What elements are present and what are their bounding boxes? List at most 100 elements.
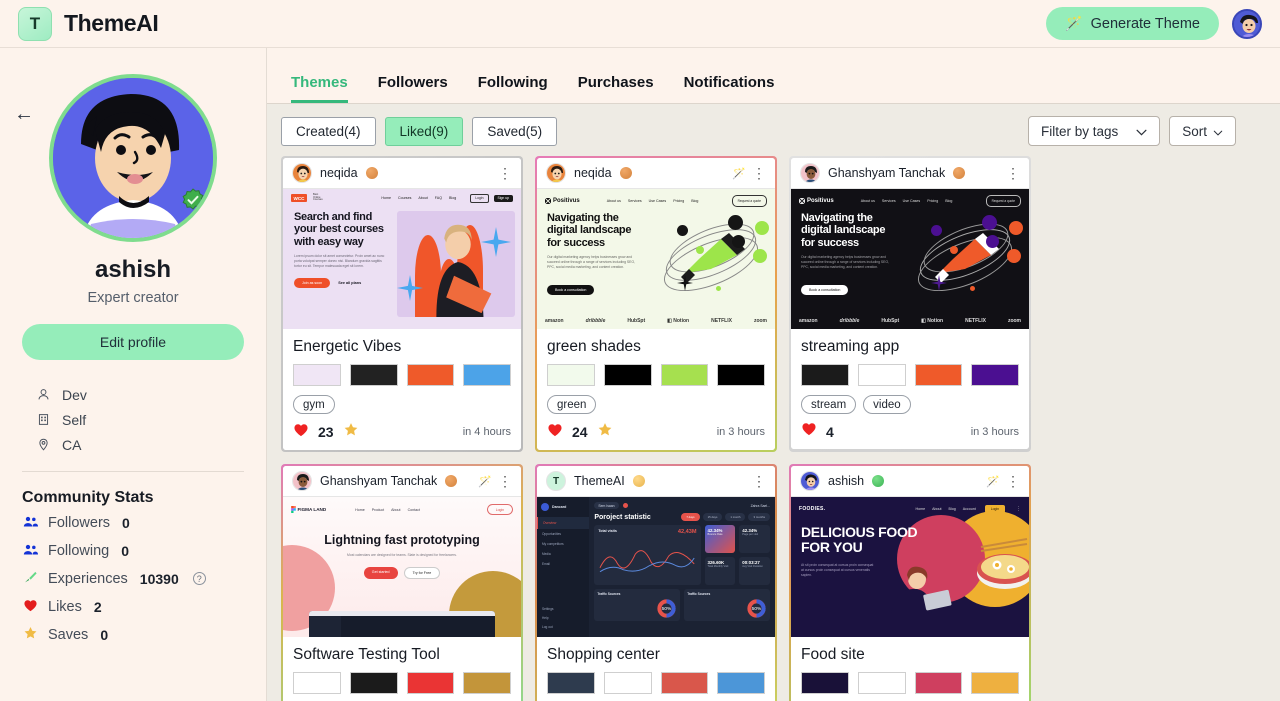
color-swatch[interactable] [914,364,963,386]
stat-saves-value: 0 [100,626,109,643]
community-stats-list: Followers 0 Following 0 Experiences 1039… [22,510,244,647]
color-swatch[interactable] [547,364,595,386]
card-menu-button[interactable]: ⋮ [498,474,512,488]
color-swatch[interactable] [406,672,455,694]
chip-saved[interactable]: Saved(5) [472,116,558,146]
theme-card[interactable]: Ghanshyam Tanchak ⋮ Positivus About us S… [789,156,1031,452]
card-author[interactable]: Ghanshyam Tanchak [828,166,945,180]
stat-following: Following 0 [22,538,244,563]
color-swatch[interactable] [717,672,765,694]
card-tags: green [547,395,765,414]
tag[interactable]: stream [801,395,857,414]
color-swatch[interactable] [406,364,455,386]
stat-following-value: 0 [121,542,130,559]
avatar[interactable] [800,163,820,183]
theme-card[interactable]: neqida 🪄 ⋮ Positivus About us Services U… [535,156,777,452]
sort-label: Sort [1182,123,1207,139]
like-button[interactable] [547,423,563,442]
color-swatch[interactable] [717,364,765,386]
chevron-down-icon [1136,124,1147,139]
tab-followers[interactable]: Followers [378,75,448,103]
color-swatch[interactable] [547,672,595,694]
theme-card[interactable]: neqida ⋮ WCC Best Online Courses Home Co… [281,156,523,452]
theme-card[interactable]: T ThemeAI ⋮ Dancard Overview Opportuniti… [535,464,777,701]
save-button[interactable] [597,422,613,442]
like-button[interactable] [801,422,817,441]
magic-wand-icon[interactable]: 🪄 [732,167,746,180]
color-swatch[interactable] [660,672,709,694]
card-preview[interactable]: Dancard Overview Opportunities My compet… [537,497,775,637]
card-preview[interactable]: Positivus About us Services Use Cases Prici… [537,189,775,329]
color-swatch[interactable] [463,364,511,386]
generate-theme-button[interactable]: 🪄 Generate Theme [1046,7,1219,40]
avatar[interactable] [292,471,312,491]
save-button[interactable] [343,422,359,442]
tag[interactable]: gym [293,395,335,414]
profile-avatar[interactable] [49,74,217,242]
tab-purchases[interactable]: Purchases [578,75,654,103]
color-swatch[interactable] [914,672,963,694]
card-preview[interactable]: FOODIES. HomeAboutBlogAccount Login ⋮ [791,497,1029,637]
color-swatch[interactable] [293,364,341,386]
magic-wand-icon[interactable]: 🪄 [986,475,1000,488]
chip-liked[interactable]: Liked(9) [384,116,464,146]
color-swatch[interactable] [971,672,1019,694]
stat-experiences: Experiences 10390 ? [22,566,244,591]
avatar[interactable]: T [546,471,566,491]
edit-profile-button[interactable]: Edit profile [22,324,244,360]
avatar[interactable] [546,163,566,183]
color-swatch[interactable] [293,672,341,694]
color-swatch[interactable] [349,364,398,386]
card-preview[interactable]: WCC Best Online Courses Home Courses About FA… [283,189,521,329]
card-author[interactable]: neqida [320,166,358,180]
tab-notifications[interactable]: Notifications [684,75,775,103]
color-swatch[interactable] [801,364,849,386]
preview-login: Login [486,504,513,515]
card-menu-button[interactable]: ⋮ [752,474,766,488]
avatar[interactable] [292,163,312,183]
card-menu-button[interactable]: ⋮ [1006,474,1020,488]
card-author[interactable]: ashish [828,474,864,488]
color-swatch[interactable] [463,672,511,694]
theme-card[interactable]: Ghanshyam Tanchak 🪄 ⋮ FIGMA LAND Home Pr… [281,464,523,701]
themes-grid-scroll[interactable]: neqida ⋮ WCC Best Online Courses Home Co… [267,156,1280,701]
color-swatch[interactable] [603,364,652,386]
preview-user: Zahra Sael... [750,503,770,508]
card-header: neqida 🪄 ⋮ [537,158,775,189]
color-swatch[interactable] [660,364,709,386]
tag[interactable]: green [547,395,597,414]
sort-select[interactable]: Sort [1169,116,1236,146]
color-swatch[interactable] [971,364,1019,386]
avatar[interactable] [800,471,820,491]
filter-by-tags-select[interactable]: Filter by tags [1027,116,1161,146]
color-swatch[interactable] [349,672,398,694]
back-button[interactable]: ← [14,104,34,124]
card-tags: stream video [801,395,1019,414]
card-menu-button[interactable]: ⋮ [1006,166,1020,180]
card-author[interactable]: neqida [574,166,612,180]
tab-themes[interactable]: Themes [291,75,348,103]
color-swatch[interactable] [801,672,849,694]
brand[interactable]: T ThemeAI [18,6,159,41]
tab-following[interactable]: Following [478,75,548,103]
card-preview[interactable]: Positivus About us Services Use Cases Prici… [791,189,1029,329]
user-avatar-button[interactable] [1232,8,1262,39]
color-swatch[interactable] [603,672,652,694]
tag[interactable]: video [863,395,911,414]
color-swatch[interactable] [857,672,906,694]
like-button[interactable] [293,423,309,442]
card-preview[interactable]: FIGMA LAND Home Product About Contact Login… [283,497,521,637]
color-swatches [801,672,1019,694]
theme-card[interactable]: ashish 🪄 ⋮ FOODIES. Home About Blog Acco… [789,464,1031,701]
magic-wand-icon[interactable]: 🪄 [478,475,492,488]
experiences-help-icon[interactable]: ? [192,572,206,585]
profile-meta-role-label: Dev [62,386,87,403]
stat-followers-value: 0 [122,514,130,531]
color-swatch[interactable] [857,364,906,386]
preview-panel-title: Traffic Sources [687,592,711,596]
chip-created[interactable]: Created(4) [281,116,376,146]
card-author[interactable]: ThemeAI [574,474,625,488]
card-menu-button[interactable]: ⋮ [498,166,512,180]
card-author[interactable]: Ghanshyam Tanchak [320,474,437,488]
card-menu-button[interactable]: ⋮ [752,166,766,180]
